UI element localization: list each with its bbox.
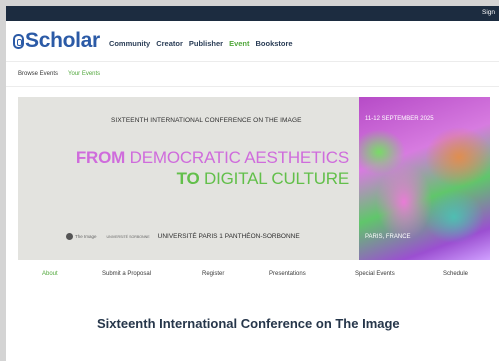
- tab-register[interactable]: Register: [202, 271, 224, 277]
- banner-headline-line1: FROM DEMOCRATIC AESTHETICS: [76, 148, 349, 168]
- nav-creator[interactable]: Creator: [156, 39, 183, 48]
- banner-headline-digital: DIGITAL CULTURE: [199, 169, 349, 188]
- tab-submit-proposal[interactable]: Submit a Proposal: [102, 271, 151, 277]
- top-bar: Sign: [6, 6, 499, 21]
- site-header: Scholar Community Creator Publisher Even…: [6, 21, 499, 62]
- nav-publisher[interactable]: Publisher: [189, 39, 223, 48]
- logo-text: Scholar: [25, 29, 100, 52]
- banner-headline-line2: TO DIGITAL CULTURE: [176, 169, 350, 189]
- tab-presentations[interactable]: Presentations: [269, 271, 306, 277]
- banner-headline-aesthetics: DEMOCRATIC AESTHETICS: [125, 148, 350, 167]
- event-tabs: About Submit a Proposal Register Present…: [18, 260, 490, 288]
- nav-bookstore[interactable]: Bookstore: [256, 39, 293, 48]
- banner-artwork: 11-12 SEPTEMBER 2025 PARIS, FRANCE: [359, 97, 490, 260]
- subnav-browse-events[interactable]: Browse Events: [18, 71, 58, 77]
- image-network-logo-text: The Image: [75, 234, 97, 239]
- tab-schedule[interactable]: Schedule: [443, 271, 468, 277]
- subnav-your-events[interactable]: Your Events: [68, 71, 100, 77]
- banner-headline-to: TO: [176, 169, 200, 188]
- image-network-logo-icon: [66, 233, 73, 240]
- tab-special-events[interactable]: Special Events: [355, 271, 395, 277]
- tab-about[interactable]: About: [42, 271, 58, 277]
- banner-location: PARIS, FRANCE: [365, 234, 411, 240]
- university-name: UNIVERSITÉ PARIS 1 PANTHÉON-SORBONNE: [157, 233, 300, 240]
- cgscholar-logo[interactable]: Scholar: [13, 29, 100, 53]
- banner-partner-logos: The Image UNIVERSITÉ SORBONNE UNIVERSITÉ…: [66, 233, 300, 240]
- main-nav: Community Creator Publisher Event Bookst…: [109, 39, 299, 48]
- nav-community[interactable]: Community: [109, 39, 150, 48]
- conference-banner: SIXTEENTH INTERNATIONAL CONFERENCE ON TH…: [18, 97, 490, 260]
- sorbonne-logo: UNIVERSITÉ SORBONNE: [106, 234, 150, 239]
- sign-in-link[interactable]: Sign: [482, 9, 495, 16]
- banner-conference-title: SIXTEENTH INTERNATIONAL CONFERENCE ON TH…: [111, 117, 302, 124]
- logo-icon: [13, 33, 24, 49]
- sub-nav: Browse Events Your Events: [6, 62, 499, 87]
- page-title: Sixteenth International Conference on Th…: [97, 316, 400, 331]
- banner-headline-from: FROM: [75, 148, 126, 167]
- nav-event[interactable]: Event: [229, 39, 249, 48]
- banner-dates: 11-12 SEPTEMBER 2025: [365, 116, 434, 122]
